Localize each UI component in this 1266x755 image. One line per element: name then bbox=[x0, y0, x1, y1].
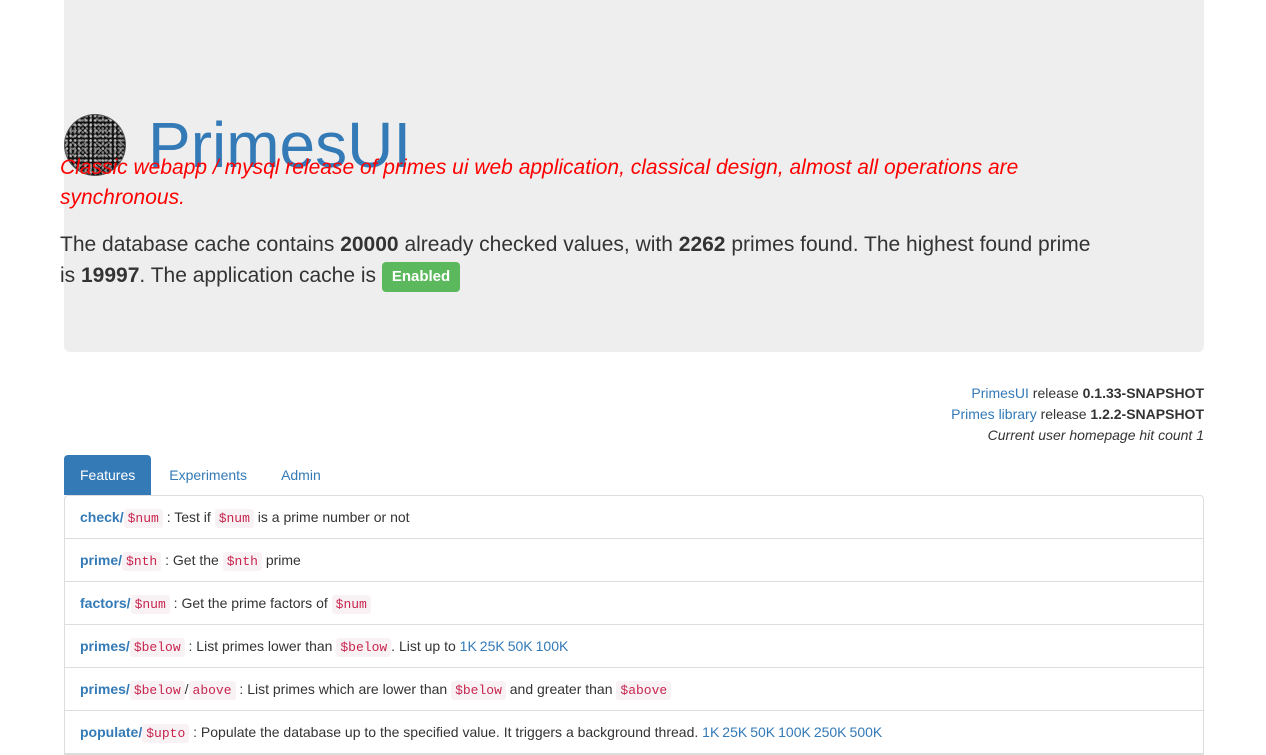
param-code: $num bbox=[331, 595, 371, 614]
subtitle: Classic webapp / mysql release of primes… bbox=[60, 156, 1019, 209]
release-info: PrimesUI release 0.1.33-SNAPSHOT Primes … bbox=[951, 383, 1204, 446]
checked-count: 20000 bbox=[340, 233, 399, 256]
description-text: prime bbox=[261, 552, 301, 568]
separator: / bbox=[184, 681, 189, 697]
highest-prime: 19997 bbox=[81, 264, 140, 287]
populate-50k-link[interactable]: 50K bbox=[750, 724, 775, 740]
lib-version: 1.2.2-SNAPSHOT bbox=[1090, 406, 1204, 422]
primes-25k-link[interactable]: 25K bbox=[480, 638, 505, 654]
tab-experiments[interactable]: Experiments bbox=[153, 455, 263, 495]
lib-release-line: Primes library release 1.2.2-SNAPSHOT bbox=[951, 404, 1204, 425]
primes-count: 2262 bbox=[678, 233, 726, 256]
description-text: : Test if bbox=[162, 509, 215, 525]
param-code: $nth bbox=[122, 552, 162, 571]
primes-link[interactable]: primes/ bbox=[80, 638, 130, 654]
app-release-line: PrimesUI release 0.1.33-SNAPSHOT bbox=[951, 383, 1204, 404]
param-code: $below bbox=[451, 681, 506, 700]
stats-part: already checked values, with bbox=[398, 233, 679, 256]
populate-100k-link[interactable]: 100K bbox=[778, 724, 811, 740]
list-item: prime/$nth : Get the $nth prime bbox=[65, 539, 1203, 582]
populate-25k-link[interactable]: 25K bbox=[722, 724, 747, 740]
populate-250k-link[interactable]: 250K bbox=[814, 724, 847, 740]
description-text: : List primes which are lower than bbox=[235, 681, 452, 697]
quick-links: 1K 25K 50K 100K bbox=[460, 638, 572, 654]
hit-count: Current user homepage hit count 1 bbox=[987, 427, 1204, 443]
list-item: primes/$below / above : List primes which … bbox=[65, 668, 1203, 711]
list-item: primes/$below : List primes lower than $… bbox=[65, 625, 1203, 668]
check-link[interactable]: check/ bbox=[80, 509, 124, 525]
app-version: 0.1.33-SNAPSHOT bbox=[1082, 385, 1204, 401]
param-code: $num bbox=[130, 595, 170, 614]
tab-admin[interactable]: Admin bbox=[265, 455, 337, 495]
stats-text: The database cache contains 20000 alread… bbox=[60, 229, 1100, 292]
factors-link[interactable]: factors/ bbox=[80, 595, 131, 611]
description-text: : Get the prime factors of bbox=[169, 595, 332, 611]
primes-range-link[interactable]: primes/ bbox=[80, 681, 130, 697]
param-code: $below bbox=[129, 638, 185, 657]
list-item: check/$num : Test if $num is a prime num… bbox=[65, 496, 1203, 539]
features-list: check/$num : Test if $num is a prime num… bbox=[64, 495, 1204, 755]
param-code: $below bbox=[129, 681, 185, 700]
primes-50k-link[interactable]: 50K bbox=[508, 638, 533, 654]
param-code: $above bbox=[616, 681, 672, 700]
tab-features[interactable]: Features bbox=[64, 455, 152, 495]
populate-link[interactable]: populate/ bbox=[80, 724, 142, 740]
quick-links: 1K 25K 50K 100K 250K 500K bbox=[702, 724, 885, 740]
list-item: factors/$num : Get the prime factors of … bbox=[65, 582, 1203, 625]
description-text: is a prime number or not bbox=[253, 509, 410, 525]
prime-link[interactable]: prime/ bbox=[80, 552, 122, 568]
release-text: release bbox=[1036, 406, 1091, 422]
stats-part: The database cache contains bbox=[60, 233, 341, 256]
release-text: release bbox=[1028, 385, 1083, 401]
primes-100k-link[interactable]: 100K bbox=[536, 638, 569, 654]
description-text: : Populate the database up to the specif… bbox=[189, 724, 703, 740]
stats-part: . The application cache is bbox=[139, 264, 382, 287]
param-code: $below bbox=[336, 638, 392, 657]
description-text: and greater than bbox=[505, 681, 617, 697]
primes-library-link[interactable]: Primes library bbox=[951, 406, 1037, 422]
description-text: : List primes lower than bbox=[184, 638, 337, 654]
primesui-link[interactable]: PrimesUI bbox=[971, 385, 1029, 401]
tabs: Features Experiments Admin bbox=[64, 455, 339, 495]
primes-1k-link[interactable]: 1K bbox=[460, 638, 477, 654]
cache-status-badge: Enabled bbox=[381, 262, 461, 292]
description-text: : Get the bbox=[161, 552, 223, 568]
param-code: $nth bbox=[222, 552, 262, 571]
populate-500k-link[interactable]: 500K bbox=[850, 724, 883, 740]
param-code: $num bbox=[214, 509, 254, 528]
param-code: above bbox=[188, 681, 236, 700]
param-code: $num bbox=[123, 509, 163, 528]
list-item: populate/$upto : Populate the database u… bbox=[65, 711, 1203, 754]
description-text: . List up to bbox=[391, 638, 460, 654]
populate-1k-link[interactable]: 1K bbox=[702, 724, 719, 740]
